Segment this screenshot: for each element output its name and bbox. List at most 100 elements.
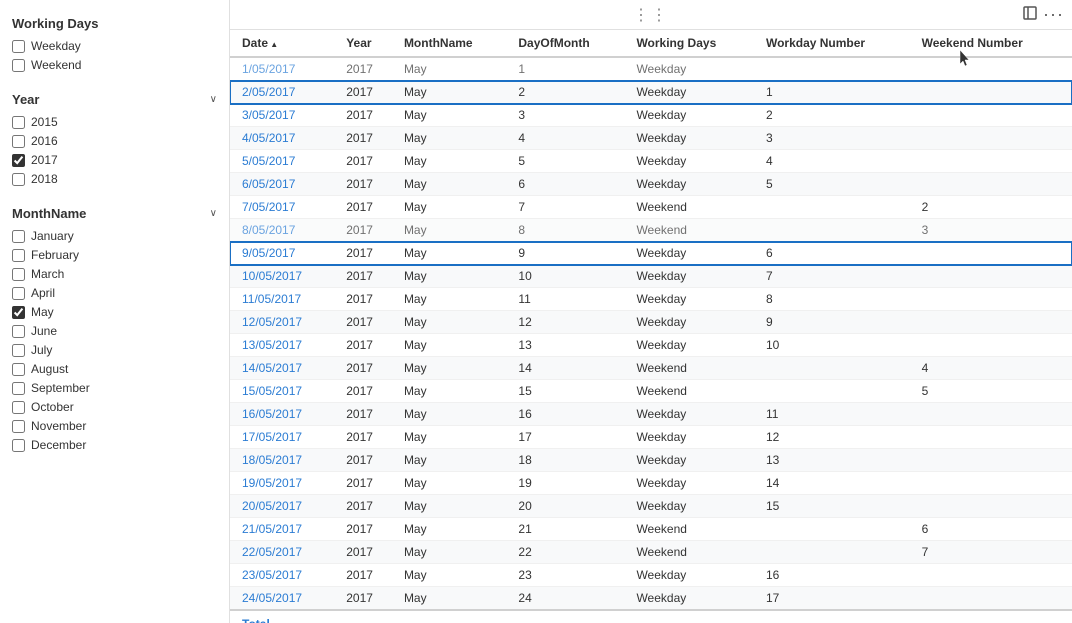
filter-september[interactable]: September (12, 381, 217, 395)
filter-july-checkbox[interactable] (12, 344, 25, 357)
filter-august-checkbox[interactable] (12, 363, 25, 376)
filter-year-title: Year (12, 92, 39, 107)
col-dayofmonth[interactable]: DayOfMonth (510, 30, 628, 57)
filter-october[interactable]: October (12, 400, 217, 414)
filter-year-header[interactable]: Year ∨ (12, 92, 217, 107)
table-row[interactable]: 16/05/20172017May16Weekday11 (230, 403, 1072, 426)
filter-june-checkbox[interactable] (12, 325, 25, 338)
col-weekend-number[interactable]: Weekend Number (914, 30, 1072, 57)
cell-weekend-number (914, 127, 1072, 150)
col-monthname[interactable]: MonthName (396, 30, 510, 57)
filter-weekend-checkbox[interactable] (12, 59, 25, 72)
cell-year: 2017 (338, 472, 396, 495)
filter-december[interactable]: December (12, 438, 217, 452)
table-row[interactable]: 8/05/20172017May8Weekend3 (230, 219, 1072, 242)
cell-date: 8/05/2017 (230, 219, 338, 242)
filter-february[interactable]: February (12, 248, 217, 262)
filter-june[interactable]: June (12, 324, 217, 338)
table-row[interactable]: 12/05/20172017May12Weekday9 (230, 311, 1072, 334)
table-row[interactable]: 15/05/20172017May15Weekend5 (230, 380, 1072, 403)
data-table: Date Year MonthName DayOfMonth Working D… (230, 30, 1072, 623)
table-row[interactable]: 5/05/20172017May5Weekday4 (230, 150, 1072, 173)
table-row[interactable]: 9/05/20172017May9Weekday6 (230, 242, 1072, 265)
table-row[interactable]: 17/05/20172017May17Weekday12 (230, 426, 1072, 449)
filter-may-checkbox[interactable] (12, 306, 25, 319)
cell-weekend-number (914, 81, 1072, 104)
filter-year: Year ∨ 2015 2016 2017 2018 (12, 92, 217, 186)
filter-year-2018[interactable]: 2018 (12, 172, 217, 186)
cell-workday-number (758, 357, 914, 380)
more-options-icon[interactable]: ··· (1043, 4, 1064, 25)
table-row[interactable]: 13/05/20172017May13Weekday10 (230, 334, 1072, 357)
cell-year: 2017 (338, 334, 396, 357)
filter-august[interactable]: August (12, 362, 217, 376)
cell-monthname: May (396, 150, 510, 173)
cell-weekend-number: 6 (914, 518, 1072, 541)
table-row[interactable]: 18/05/20172017May18Weekday13 (230, 449, 1072, 472)
cell-year: 2017 (338, 219, 396, 242)
table-row[interactable]: 2/05/20172017May2Weekday1 (230, 81, 1072, 104)
table-row[interactable]: 7/05/20172017May7Weekend2 (230, 196, 1072, 219)
filter-january-checkbox[interactable] (12, 230, 25, 243)
filter-march[interactable]: March (12, 267, 217, 281)
filter-weekday-checkbox[interactable] (12, 40, 25, 53)
filter-year-2016-checkbox[interactable] (12, 135, 25, 148)
filter-may[interactable]: May (12, 305, 217, 319)
cell-year: 2017 (338, 57, 396, 81)
filter-october-checkbox[interactable] (12, 401, 25, 414)
filter-year-2015-checkbox[interactable] (12, 116, 25, 129)
cell-monthname: May (396, 334, 510, 357)
col-working-days[interactable]: Working Days (628, 30, 758, 57)
table-row[interactable]: 21/05/20172017May21Weekend6 (230, 518, 1072, 541)
col-year[interactable]: Year (338, 30, 396, 57)
table-row[interactable]: 23/05/20172017May23Weekday16 (230, 564, 1072, 587)
col-date[interactable]: Date (230, 30, 338, 57)
table-row[interactable]: 24/05/20172017May24Weekday17 (230, 587, 1072, 611)
cell-monthname: May (396, 127, 510, 150)
filter-year-2015[interactable]: 2015 (12, 115, 217, 129)
filter-year-2018-checkbox[interactable] (12, 173, 25, 186)
cell-weekend-number (914, 242, 1072, 265)
table-row[interactable]: 20/05/20172017May20Weekday15 (230, 495, 1072, 518)
filter-march-checkbox[interactable] (12, 268, 25, 281)
filter-weekend-item[interactable]: Weekend (12, 58, 217, 72)
cell-workday-number: 17 (758, 587, 914, 611)
table-row[interactable]: 11/05/20172017May11Weekday8 (230, 288, 1072, 311)
cell-year: 2017 (338, 150, 396, 173)
filter-year-2016-label: 2016 (31, 134, 58, 148)
table-row[interactable]: 19/05/20172017May19Weekday14 (230, 472, 1072, 495)
col-workday-number[interactable]: Workday Number (758, 30, 914, 57)
cell-monthname: May (396, 265, 510, 288)
table-row[interactable]: 4/05/20172017May4Weekday3 (230, 127, 1072, 150)
filter-year-2017[interactable]: 2017 (12, 153, 217, 167)
table-row[interactable]: 3/05/20172017May3Weekday2 (230, 104, 1072, 127)
table-row[interactable]: 1/05/20172017May1Weekday (230, 57, 1072, 81)
cell-workday-number: 4 (758, 150, 914, 173)
table-row[interactable]: 10/05/20172017May10Weekday7 (230, 265, 1072, 288)
data-table-container[interactable]: Date Year MonthName DayOfMonth Working D… (230, 30, 1072, 623)
cell-dayofmonth: 23 (510, 564, 628, 587)
cell-dayofmonth: 19 (510, 472, 628, 495)
filter-september-checkbox[interactable] (12, 382, 25, 395)
filter-november-checkbox[interactable] (12, 420, 25, 433)
filter-april[interactable]: April (12, 286, 217, 300)
filter-april-checkbox[interactable] (12, 287, 25, 300)
filter-february-checkbox[interactable] (12, 249, 25, 262)
table-row[interactable]: 6/05/20172017May6Weekday5 (230, 173, 1072, 196)
filter-weekday-item[interactable]: Weekday (12, 39, 217, 53)
expand-icon[interactable] (1023, 6, 1037, 23)
table-row[interactable]: 22/05/20172017May22Weekend7 (230, 541, 1072, 564)
filter-january[interactable]: January (12, 229, 217, 243)
filter-monthname-header[interactable]: MonthName ∨ (12, 206, 217, 221)
cell-dayofmonth: 20 (510, 495, 628, 518)
filter-november[interactable]: November (12, 419, 217, 433)
table-row[interactable]: 14/05/20172017May14Weekend4 (230, 357, 1072, 380)
filter-year-2017-checkbox[interactable] (12, 154, 25, 167)
filter-year-2016[interactable]: 2016 (12, 134, 217, 148)
filter-december-checkbox[interactable] (12, 439, 25, 452)
filter-july[interactable]: July (12, 343, 217, 357)
cell-dayofmonth: 8 (510, 219, 628, 242)
cell-dayofmonth: 4 (510, 127, 628, 150)
cell-working-days: Weekday (628, 242, 758, 265)
cell-date: 16/05/2017 (230, 403, 338, 426)
